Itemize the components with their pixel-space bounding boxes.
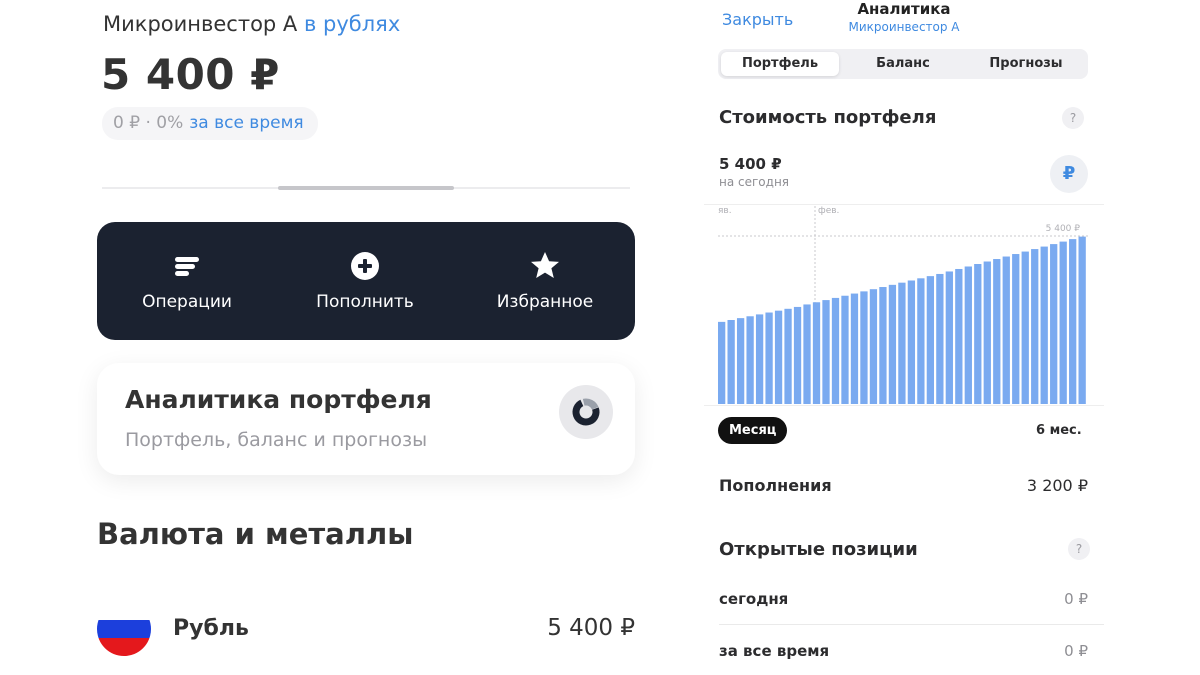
x-tick-label: яв. bbox=[718, 206, 732, 216]
chart-bar bbox=[945, 271, 953, 404]
star-icon bbox=[531, 252, 559, 278]
portfolio-value-date: на сегодня bbox=[719, 175, 790, 189]
portfolio-value-chart: яв. фев. 5 400 ₽ bbox=[718, 206, 1088, 404]
chart-bar bbox=[1021, 251, 1029, 404]
chart-bar bbox=[736, 318, 745, 404]
chart-bar bbox=[926, 276, 935, 404]
operations-label: Операции bbox=[142, 292, 232, 312]
position-alltime-value: 0 ₽ bbox=[1064, 642, 1088, 660]
panel-subtitle: Микроинвестор А bbox=[848, 20, 960, 34]
chart-bar bbox=[983, 261, 991, 404]
change-badge[interactable]: 0 ₽ · 0% за все время bbox=[102, 107, 318, 140]
russia-flag-icon bbox=[97, 602, 151, 656]
chart-bar bbox=[907, 280, 916, 404]
top-up-button[interactable]: Пополнить bbox=[275, 222, 455, 340]
donut-chart-icon bbox=[559, 385, 613, 439]
chart-bar bbox=[812, 302, 821, 404]
analytics-tabs: Портфель Баланс Прогнозы bbox=[718, 49, 1088, 79]
portfolio-screen: Микроинвестор А в рублях 5 400 ₽ 0 ₽ · 0… bbox=[0, 0, 660, 675]
chart-bar bbox=[936, 273, 944, 404]
change-period-link[interactable]: за все время bbox=[189, 113, 303, 133]
section-title: Валюта и металлы bbox=[97, 517, 414, 551]
chart-bar bbox=[1002, 256, 1010, 404]
x-tick-label: фев. bbox=[818, 206, 839, 216]
portfolio-value: 5 400 ₽ bbox=[719, 155, 782, 173]
chart-bar bbox=[1078, 236, 1086, 404]
plus-circle-icon bbox=[351, 252, 379, 280]
page-indicator-thumb bbox=[278, 186, 454, 190]
chart-bar bbox=[860, 291, 868, 404]
chart-bar bbox=[964, 266, 972, 404]
chart-bar bbox=[1031, 249, 1039, 404]
chart-bar bbox=[869, 289, 878, 404]
account-title: Микроинвестор А в рублях bbox=[103, 12, 400, 36]
chart-bar bbox=[727, 320, 735, 404]
chart-bar bbox=[784, 308, 792, 404]
chart-bar bbox=[1050, 244, 1058, 404]
chart-bar bbox=[1040, 246, 1048, 404]
currency-link[interactable]: в рублях bbox=[304, 12, 400, 36]
portfolio-value-title: Стоимость портфеля bbox=[719, 107, 937, 128]
currency-row-ruble[interactable]: Рубль 5 400 ₽ bbox=[97, 602, 635, 658]
chart-bar bbox=[955, 268, 963, 404]
account-name: Микроинвестор А bbox=[103, 12, 298, 36]
analytics-panel: Закрыть Аналитика Микроинвестор А Портфе… bbox=[704, 0, 1104, 675]
chart-bar bbox=[993, 259, 1001, 404]
chart-bar bbox=[718, 321, 726, 404]
panel-title: Аналитика bbox=[857, 0, 951, 18]
currency-toggle-button[interactable]: ₽ bbox=[1050, 155, 1088, 193]
chart-bar bbox=[803, 304, 811, 404]
max-value-label: 5 400 ₽ bbox=[1046, 224, 1081, 234]
favorites-button[interactable]: Избранное bbox=[455, 222, 635, 340]
top-up-label: Пополнить bbox=[316, 292, 414, 312]
chart-bar bbox=[755, 314, 764, 404]
chart-bar bbox=[888, 284, 897, 404]
chart-bar bbox=[879, 287, 887, 404]
chart-bottom-border bbox=[704, 405, 1104, 406]
currency-name: Рубль bbox=[173, 616, 249, 641]
operations-button[interactable]: Операции bbox=[97, 222, 277, 340]
chart-bar bbox=[1069, 239, 1077, 404]
change-value: 0 ₽ · 0% bbox=[113, 113, 184, 133]
chart-bar bbox=[831, 297, 840, 404]
chart-bar bbox=[898, 282, 906, 404]
tab-portfolio[interactable]: Портфель bbox=[721, 52, 839, 76]
deposits-value: 3 200 ₽ bbox=[1026, 476, 1088, 495]
positions-help-icon[interactable]: ? bbox=[1068, 538, 1090, 560]
analytics-card-subtitle: Портфель, баланс и прогнозы bbox=[125, 429, 428, 451]
position-today-label: сегодня bbox=[719, 590, 789, 608]
open-positions-title: Открытые позиции bbox=[719, 539, 918, 560]
chart-bar bbox=[746, 316, 754, 404]
help-icon[interactable]: ? bbox=[1062, 107, 1084, 129]
position-alltime-label: за все время bbox=[719, 642, 830, 660]
chart-bar bbox=[974, 264, 982, 404]
chart-bar bbox=[850, 293, 859, 404]
chart-bar bbox=[822, 300, 830, 404]
period-month-button[interactable]: Месяц bbox=[718, 417, 788, 444]
deposits-label: Пополнения bbox=[719, 476, 832, 495]
currency-amount: 5 400 ₽ bbox=[547, 615, 635, 641]
chart-bar bbox=[1059, 241, 1067, 404]
portfolio-analytics-card[interactable]: Аналитика портфеля Портфель, баланс и пр… bbox=[97, 363, 635, 475]
period-6months-button[interactable]: 6 мес. bbox=[1036, 417, 1082, 444]
favorites-label: Избранное bbox=[496, 292, 594, 312]
tab-forecasts[interactable]: Прогнозы bbox=[967, 52, 1085, 76]
chart-bar bbox=[917, 278, 925, 404]
chart-bar bbox=[793, 306, 802, 404]
chart-bar bbox=[841, 295, 849, 404]
positions-divider bbox=[719, 624, 1104, 625]
position-today-value: 0 ₽ bbox=[1064, 590, 1088, 608]
operations-icon bbox=[175, 257, 199, 276]
chart-bar bbox=[774, 310, 783, 404]
chart-bar bbox=[765, 312, 773, 404]
analytics-card-title: Аналитика портфеля bbox=[125, 385, 432, 414]
chart-bar bbox=[1012, 254, 1020, 404]
close-button[interactable]: Закрыть bbox=[722, 10, 793, 29]
tab-balance[interactable]: Баланс bbox=[844, 52, 962, 76]
quick-actions-card: Операции Пополнить Избранное bbox=[97, 222, 635, 340]
portfolio-total: 5 400 ₽ bbox=[101, 50, 280, 99]
